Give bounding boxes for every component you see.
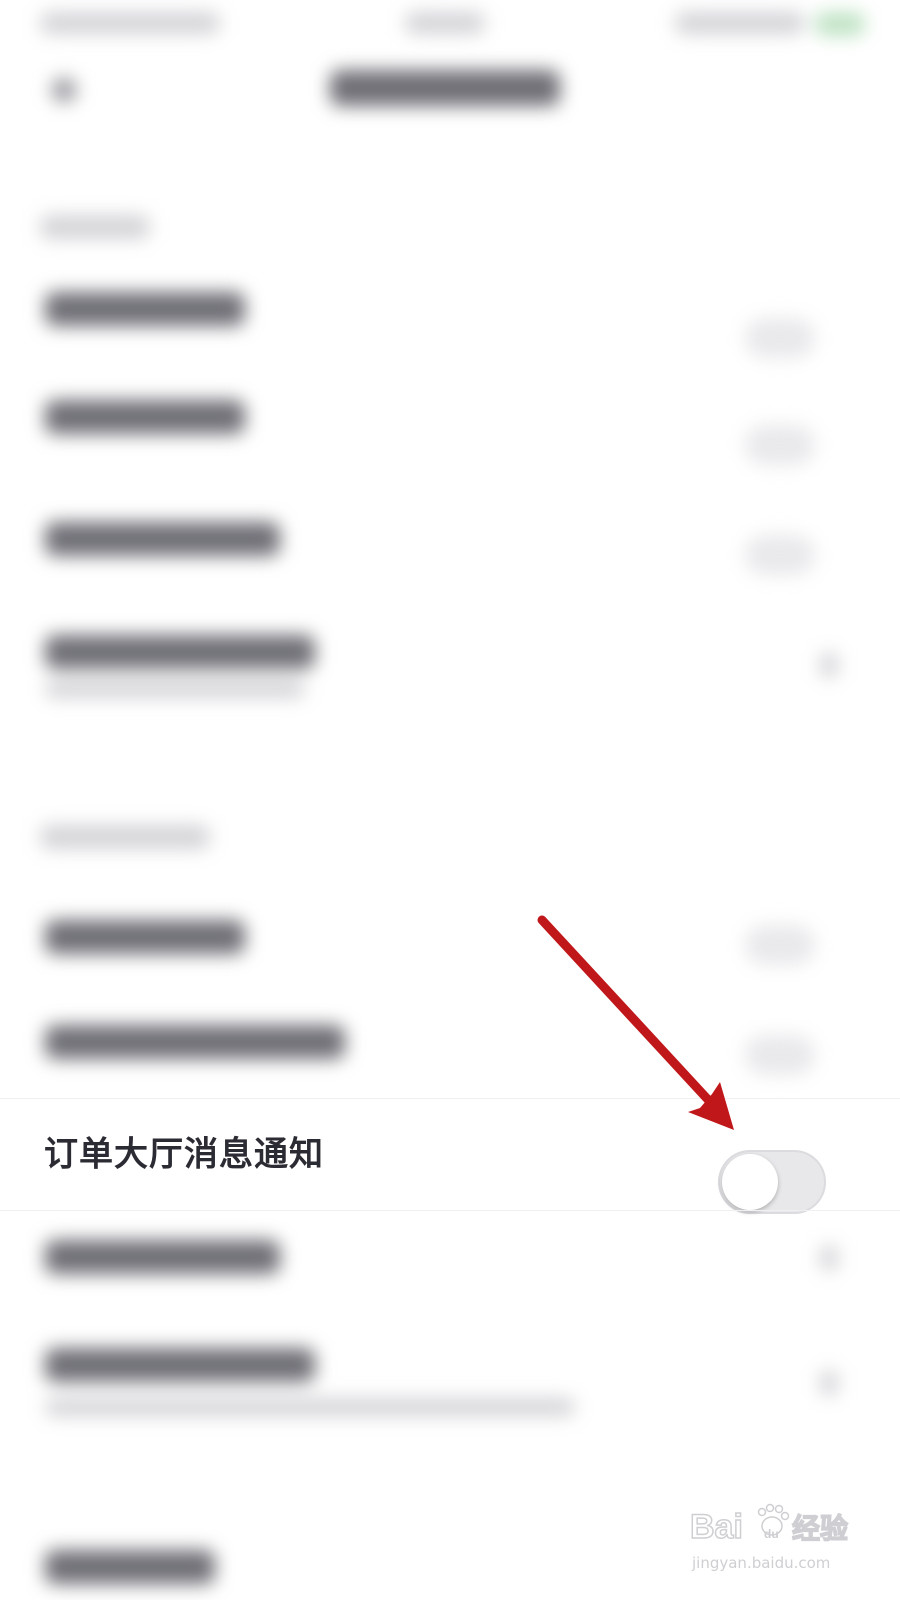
setting-row-label — [45, 1025, 345, 1059]
setting-row-label — [45, 400, 245, 434]
watermark-graphic: Bai du 经验 jingyan.baidu.com — [689, 1503, 849, 1572]
setting-row-subtitle — [45, 1398, 575, 1416]
setting-row-label — [45, 1240, 280, 1274]
setting-row-label — [45, 1550, 215, 1584]
setting-row-label — [45, 1348, 315, 1382]
blurred-background — [0, 0, 900, 1600]
setting-toggle[interactable] — [745, 925, 815, 965]
status-bar-time — [405, 12, 485, 34]
status-bar-right — [675, 12, 805, 34]
setting-toggle[interactable] — [745, 425, 815, 465]
toggle-knob — [722, 1154, 778, 1210]
row-divider — [0, 1098, 900, 1099]
setting-row-label — [45, 292, 245, 326]
setting-row-subtitle — [45, 680, 305, 698]
setting-row-label — [45, 635, 315, 669]
row-divider — [0, 1210, 900, 1211]
setting-toggle[interactable] — [745, 535, 815, 575]
battery-icon — [815, 12, 865, 36]
watermark-brand-left: Bai — [690, 1508, 743, 1546]
watermark-brand-right: 经验 — [792, 1512, 848, 1545]
watermark-url: jingyan.baidu.com — [691, 1554, 830, 1572]
setting-toggle[interactable] — [745, 318, 815, 358]
watermark-du: du — [764, 1527, 779, 1541]
status-bar-left — [40, 12, 220, 34]
section-header-1 — [40, 215, 150, 239]
chevron-right-icon[interactable] — [820, 652, 838, 678]
setting-row-label — [45, 920, 245, 954]
order-hall-notification-label: 订单大厅消息通知 — [44, 1134, 324, 1175]
page-title — [330, 70, 560, 106]
baidu-jingyan-watermark: Bai du 经验 jingyan.baidu.com — [689, 1500, 860, 1580]
chevron-right-icon[interactable] — [820, 1370, 838, 1396]
order-hall-notification-toggle[interactable] — [718, 1150, 826, 1214]
setting-row-label — [45, 522, 280, 556]
back-icon[interactable] — [52, 78, 76, 102]
setting-toggle[interactable] — [745, 1035, 815, 1075]
chevron-right-icon[interactable] — [820, 1245, 838, 1271]
section-header-2 — [40, 825, 210, 849]
